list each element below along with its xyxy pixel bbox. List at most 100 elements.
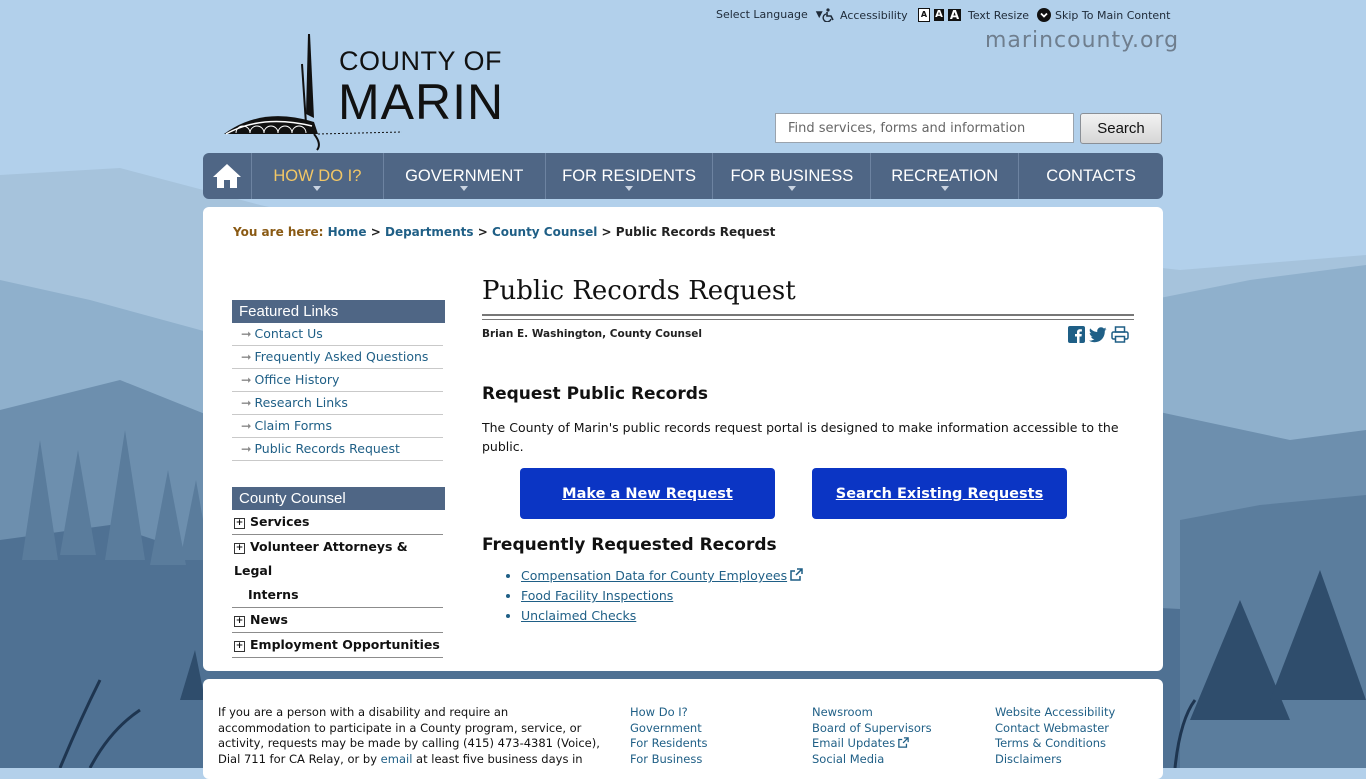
footer-link-how-do-i[interactable]: How Do I? [630, 705, 708, 721]
featured-link-faq[interactable]: ➞ Frequently Asked Questions [232, 346, 443, 369]
external-link-icon [898, 737, 909, 748]
accessibility-link[interactable]: Accessibility [822, 8, 908, 22]
link-label: Frequently Asked Questions [254, 349, 429, 364]
featured-link-contact-us[interactable]: ➞ Contact Us [232, 323, 443, 346]
twitter-icon[interactable] [1089, 326, 1107, 343]
expand-plus-icon[interactable]: + [234, 518, 245, 529]
skip-to-main-link[interactable]: Skip To Main Content [1037, 8, 1170, 22]
arrow-right-icon: ➞ [241, 372, 252, 387]
search-button[interactable]: Search [1080, 113, 1162, 144]
home-link[interactable] [203, 153, 252, 199]
caret-down-icon [625, 186, 634, 191]
breadcrumb-separator: > [370, 225, 381, 239]
link-label: Claim Forms [254, 418, 332, 433]
featured-link-claim-forms[interactable]: ➞ Claim Forms [232, 415, 443, 438]
breadcrumb-departments-link[interactable]: Departments [385, 225, 474, 239]
search-input[interactable] [775, 113, 1074, 143]
breadcrumb-label: You are here: [233, 225, 324, 239]
menu-label: Volunteer Attorneys & Legal [234, 539, 408, 578]
arrow-right-icon: ➞ [241, 441, 252, 456]
link-label: Research Links [254, 395, 348, 410]
footer-column-3: Website Accessibility Contact Webmaster … [995, 705, 1115, 767]
nav-government[interactable]: GOVERNMENT [384, 153, 546, 199]
expand-plus-icon[interactable]: + [234, 641, 245, 652]
footer-email-link[interactable]: email [381, 752, 413, 766]
featured-link-public-records[interactable]: ➞ Public Records Request [232, 438, 443, 461]
unclaimed-checks-link[interactable]: Unclaimed Checks [521, 608, 636, 623]
text-resize[interactable]: A A A Text Resize [918, 8, 1029, 22]
link-label: Public Records Request [254, 441, 400, 456]
food-facility-link[interactable]: Food Facility Inspections [521, 588, 673, 603]
menu-item-news[interactable]: + News [232, 608, 443, 633]
make-new-request-button[interactable]: Make a New Request [520, 468, 775, 519]
title-divider [482, 314, 1134, 320]
nav-for-residents[interactable]: FOR RESIDENTS [546, 153, 714, 199]
nav-label: RECREATION [891, 166, 999, 185]
footer-link-terms[interactable]: Terms & Conditions [995, 736, 1115, 752]
link-label: Office History [254, 372, 340, 387]
text-size-large-button[interactable]: A [948, 9, 961, 21]
language-selector[interactable]: Select Language ▼ [716, 8, 823, 21]
link-label: Email Updates [812, 736, 896, 750]
text-size-medium-button[interactable]: A [934, 9, 944, 21]
menu-label: News [250, 612, 288, 627]
search-existing-requests-button[interactable]: Search Existing Requests [812, 468, 1067, 519]
external-link-icon [790, 568, 803, 581]
nav-for-business[interactable]: FOR BUSINESS [713, 153, 872, 199]
logo-text-county: COUNTY OF [339, 46, 503, 76]
footer-link-social-media[interactable]: Social Media [812, 752, 932, 768]
list-item: Food Facility Inspections [521, 586, 803, 606]
footer-accessibility-notice: If you are a person with a disability an… [218, 705, 603, 767]
menu-item-services[interactable]: + Services [232, 510, 443, 535]
nav-how-do-i[interactable]: HOW DO I? [252, 153, 384, 199]
site-domain: marincounty.org [985, 28, 1180, 53]
nav-recreation[interactable]: RECREATION [871, 153, 1020, 199]
text-size-small-button[interactable]: A [918, 8, 930, 22]
footer-link-for-business[interactable]: For Business [630, 752, 708, 768]
footer-link-contact-webmaster[interactable]: Contact Webmaster [995, 721, 1115, 737]
caret-down-icon [787, 186, 796, 191]
print-icon[interactable] [1111, 326, 1129, 343]
menu-item-employment[interactable]: + Employment Opportunities [232, 633, 443, 658]
breadcrumb-separator: > [601, 225, 612, 239]
footer-link-disclaimers[interactable]: Disclaimers [995, 752, 1115, 768]
compensation-data-link[interactable]: Compensation Data for County Employees [521, 568, 787, 583]
text-resize-label: Text Resize [968, 8, 1029, 22]
footer-link-for-residents[interactable]: For Residents [630, 736, 708, 752]
language-label: Select Language [716, 8, 808, 21]
menu-item-volunteer-attorneys[interactable]: + Volunteer Attorneys & Legal Interns [232, 535, 443, 608]
skip-label: Skip To Main Content [1055, 8, 1171, 22]
list-item: Compensation Data for County Employees [521, 566, 803, 586]
featured-link-research-links[interactable]: ➞ Research Links [232, 392, 443, 415]
county-counsel-heading: County Counsel [232, 487, 445, 510]
arrow-right-icon: ➞ [241, 326, 252, 341]
main-nav: HOW DO I? GOVERNMENT FOR RESIDENTS FOR B… [203, 153, 1163, 199]
arrow-right-icon: ➞ [241, 418, 252, 433]
link-label: Contact Us [254, 326, 323, 341]
expand-plus-icon[interactable]: + [234, 616, 245, 627]
nav-label: CONTACTS [1046, 166, 1136, 185]
footer-link-web-accessibility[interactable]: Website Accessibility [995, 705, 1115, 721]
breadcrumb-separator: > [477, 225, 488, 239]
breadcrumb-home-link[interactable]: Home [328, 225, 367, 239]
breadcrumb-county-counsel-link[interactable]: County Counsel [492, 225, 597, 239]
list-item: Unclaimed Checks [521, 606, 803, 626]
footer-link-email-updates[interactable]: Email Updates [812, 736, 932, 752]
featured-links-heading: Featured Links [232, 300, 445, 323]
nav-label: HOW DO I? [273, 166, 362, 185]
breadcrumb: You are here: Home > Departments > Count… [233, 225, 775, 239]
nav-contacts[interactable]: CONTACTS [1019, 153, 1163, 199]
facebook-icon[interactable] [1068, 326, 1085, 343]
expand-plus-icon[interactable]: + [234, 543, 245, 554]
accessibility-label: Accessibility [840, 8, 908, 22]
request-records-description: The County of Marin's public records req… [482, 420, 1119, 454]
page-title: Public Records Request [482, 276, 796, 306]
menu-label: Services [250, 514, 310, 529]
featured-link-office-history[interactable]: ➞ Office History [232, 369, 443, 392]
footer-link-government[interactable]: Government [630, 721, 708, 737]
footer-link-newsroom[interactable]: Newsroom [812, 705, 932, 721]
nav-label: FOR BUSINESS [730, 166, 854, 185]
footer-link-board[interactable]: Board of Supervisors [812, 721, 932, 737]
logo-text-marin: MARIN [338, 74, 505, 130]
nav-label: GOVERNMENT [405, 166, 524, 185]
